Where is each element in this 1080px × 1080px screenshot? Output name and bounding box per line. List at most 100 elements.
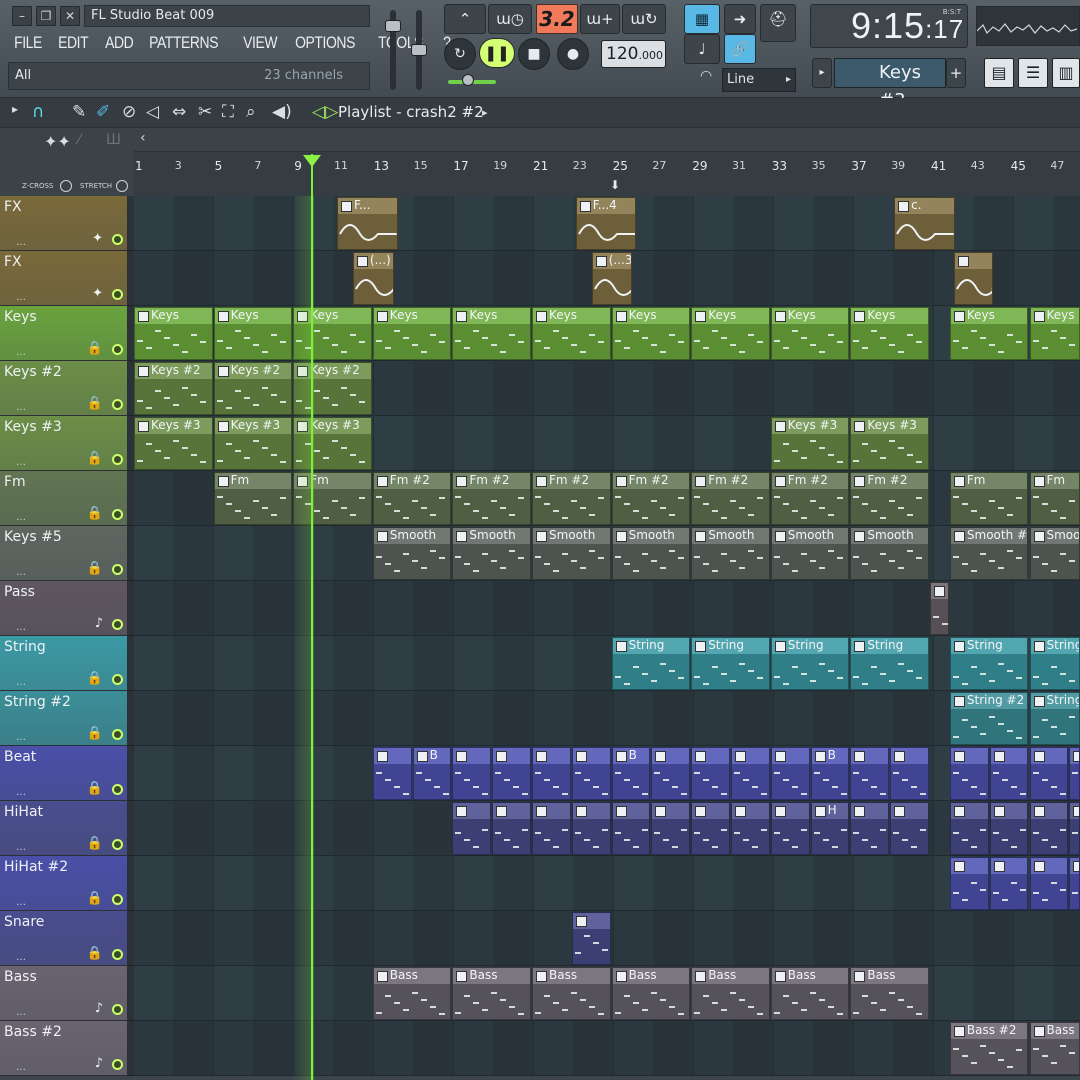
track-options-icon[interactable]: … [16, 1007, 26, 1018]
pattern-clip[interactable]: B [412, 747, 452, 800]
pattern-clip[interactable]: Fm #2 [452, 472, 531, 525]
menu-file[interactable]: FILE [10, 30, 46, 56]
pattern-clip[interactable]: String [1029, 637, 1080, 690]
pattern-clip[interactable]: Smooth [691, 527, 770, 580]
zcross-toggle[interactable] [60, 180, 72, 192]
menu-view[interactable]: VIEW [239, 30, 281, 56]
pattern-clip[interactable]: H [810, 802, 850, 855]
pattern-clip[interactable]: c. [894, 197, 955, 250]
track-header[interactable]: Keys … 🔒 [0, 306, 128, 361]
pattern-clip[interactable]: Fm #2 [532, 472, 611, 525]
pattern-clip[interactable]: Smooth [611, 527, 691, 580]
lock-icon[interactable]: 🔒 [87, 561, 103, 576]
lock-icon[interactable]: 🔒 [87, 506, 103, 521]
track-options-icon[interactable]: … [16, 842, 26, 853]
track-header[interactable]: Keys #5 … 🔒 [0, 526, 128, 581]
pattern-clip[interactable] [492, 747, 531, 800]
pattern-prev-icon[interactable]: ▸ [812, 58, 832, 88]
marker-arrow-icon[interactable]: ⬇ [610, 178, 620, 192]
track-lane[interactable] [134, 856, 1080, 911]
pattern-clip[interactable] [1069, 802, 1080, 855]
track-lane[interactable]: Keys #3 Keys #3 Keys #3 Keys #3 Keys #3 [134, 416, 1080, 471]
pattern-clip[interactable] [1029, 857, 1069, 910]
pattern-clip[interactable] [731, 802, 770, 855]
menu-options[interactable]: OPTIONS [291, 30, 359, 56]
track-enable-indicator[interactable] [112, 839, 123, 850]
metronome-hat-icon[interactable]: ⛑ [760, 4, 796, 42]
pattern-clip[interactable]: Bass [770, 967, 850, 1020]
track-lane[interactable] [134, 581, 1080, 636]
pause-button[interactable]: ❚❚ [479, 38, 515, 68]
track-header[interactable]: Keys #2 … 🔒 [0, 361, 128, 416]
track-lane[interactable]: Smooth Smooth Smooth Smooth Smooth Smooth Smoo… [134, 526, 1080, 581]
pattern-clip[interactable] [953, 252, 993, 305]
pattern-clip[interactable]: Smooth [372, 527, 452, 580]
pencil-icon[interactable]: ✎ [72, 102, 86, 122]
menu-add[interactable]: ADD [101, 30, 137, 56]
pattern-clip[interactable] [949, 857, 989, 910]
timeline-ruler[interactable]: ‹ 1 3 5 7 9 11 13 15 17 19 21 23 25 27 29 31 33 35 37 39 41 4… [134, 128, 1080, 196]
pattern-clip[interactable] [770, 802, 810, 855]
pattern-clip[interactable] [989, 747, 1029, 800]
track-options-icon[interactable]: … [16, 1062, 26, 1073]
pattern-clip[interactable]: Fm [949, 472, 1029, 525]
pattern-clip[interactable] [691, 747, 730, 800]
pattern-clip[interactable] [571, 747, 611, 800]
track-header[interactable]: Beat … 🔒 [0, 746, 128, 801]
track-options-icon[interactable]: … [16, 567, 26, 578]
track-enable-indicator[interactable] [112, 784, 123, 795]
track-enable-indicator[interactable] [112, 344, 123, 355]
track-header[interactable]: Fm … 🔒 [0, 471, 128, 526]
pattern-clip[interactable] [611, 802, 651, 855]
pattern-clip[interactable] [890, 802, 929, 855]
loop-record-icon[interactable]: ɯ↻ [622, 4, 666, 34]
track-enable-indicator[interactable] [112, 619, 123, 630]
pattern-clip[interactable] [691, 802, 730, 855]
lock-icon[interactable]: 🔒 [87, 726, 103, 741]
pattern-clip[interactable] [731, 747, 770, 800]
track-enable-indicator[interactable] [112, 234, 123, 245]
pattern-clip[interactable] [452, 747, 492, 800]
track-header[interactable]: FX … ✦ [0, 196, 128, 251]
slip-icon[interactable]: ⇔ [172, 102, 186, 122]
pattern-clip[interactable] [571, 912, 611, 965]
pattern-clip[interactable]: Keys #3 [850, 417, 929, 470]
master-pitch-handle[interactable] [411, 44, 427, 56]
track-lane[interactable]: Bass #2 Bass [134, 1021, 1080, 1076]
close-button[interactable]: ✕ [60, 6, 80, 26]
zoom-icon[interactable]: ⌕ [246, 102, 256, 122]
track-enable-indicator[interactable] [112, 1004, 123, 1015]
track-lane[interactable]: String #2 String [134, 691, 1080, 746]
pattern-clip[interactable] [850, 747, 890, 800]
channel-filter[interactable]: All 23 channels [8, 62, 370, 90]
pattern-clip[interactable]: Fm #2 [770, 472, 850, 525]
channel-rack-icon[interactable]: ☰ [1018, 58, 1048, 88]
menu-edit[interactable]: EDIT [54, 30, 92, 56]
pattern-clip[interactable] [532, 802, 571, 855]
track-options-icon[interactable]: … [16, 787, 26, 798]
step-forward-icon[interactable]: ➜ [724, 4, 756, 34]
pattern-clip[interactable]: F... [336, 197, 398, 250]
wave-icon[interactable]: ✦ [92, 286, 103, 301]
pattern-clip[interactable]: B [611, 747, 651, 800]
pattern-clip[interactable]: Bass [532, 967, 611, 1020]
track-options-icon[interactable]: … [16, 952, 26, 963]
pattern-clip[interactable]: Smooth [452, 527, 531, 580]
pattern-clip[interactable] [492, 802, 531, 855]
track-header[interactable]: Snare … 🔒 [0, 911, 128, 966]
lock-icon[interactable]: 🔒 [87, 396, 103, 411]
pattern-song-mode[interactable]: 3.2 [536, 4, 578, 34]
pattern-clip[interactable]: B [810, 747, 850, 800]
pattern-clip[interactable]: Fm #2 [611, 472, 691, 525]
track-enable-indicator[interactable] [112, 454, 123, 465]
pattern-clip[interactable] [1069, 857, 1080, 910]
mute-icon[interactable]: ◁ [146, 102, 159, 122]
track-header[interactable]: Bass … ♪ [0, 966, 128, 1021]
lock-icon[interactable]: 🔒 [87, 341, 103, 356]
paint-brush-icon[interactable]: ✐ [96, 102, 110, 122]
lock-icon[interactable]: 🔒 [87, 781, 103, 796]
track-lane[interactable]: Keys #2 Keys #2 Keys #2 [134, 361, 1080, 416]
pattern-clip[interactable]: String [611, 637, 691, 690]
pattern-clip[interactable] [1069, 747, 1080, 800]
track-options-icon[interactable]: … [16, 237, 26, 248]
